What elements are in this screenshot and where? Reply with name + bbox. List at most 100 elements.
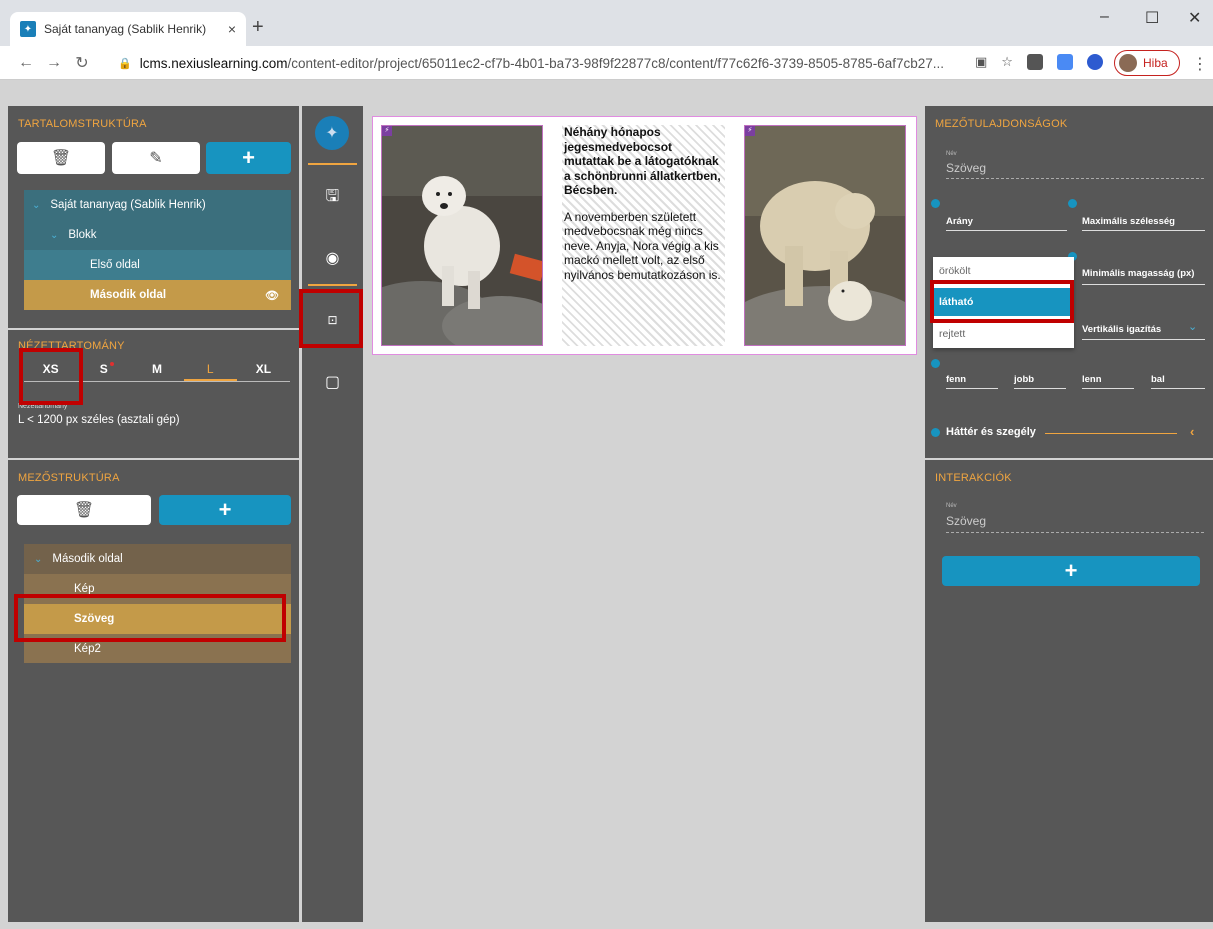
max-width-input[interactable]: [1082, 230, 1205, 231]
interaction-name-value[interactable]: Szöveg: [946, 514, 986, 528]
field-tree-item-image[interactable]: Kép: [24, 574, 291, 604]
visibility-option-visible[interactable]: látható: [933, 288, 1074, 316]
edit-content-button[interactable]: ✎: [112, 142, 200, 174]
chevron-down-icon[interactable]: ⌄: [1188, 320, 1197, 333]
field-tree-item-text[interactable]: Szöveg: [24, 604, 291, 634]
save-icon[interactable]: 🖫: [302, 184, 363, 212]
tree-item-second-page[interactable]: Második oldal 👁: [24, 280, 291, 310]
interaction-name-label: Név: [946, 503, 957, 509]
add-interaction-button[interactable]: +: [942, 556, 1200, 586]
url-host: lcms.nexiuslearning.com: [139, 55, 288, 71]
text-field[interactable]: Néhány hónapos jegesmedvebocsot mutattak…: [562, 125, 725, 346]
chevron-left-icon[interactable]: ‹: [1190, 424, 1194, 439]
tree-item-label: Második oldal: [90, 289, 167, 301]
url-path: /content-editor/project/65011ec2-cf7b-4b…: [287, 55, 944, 71]
visibility-option-hidden[interactable]: rejtett: [933, 320, 1074, 348]
frame-icon[interactable]: ▢: [302, 368, 363, 396]
reload-icon[interactable]: ↻: [68, 53, 96, 73]
tree-item-block[interactable]: ⌄ Blokk: [24, 220, 291, 250]
new-tab-button[interactable]: +: [252, 16, 264, 39]
translate-icon[interactable]: ▣: [975, 54, 987, 70]
info-icon[interactable]: [931, 428, 940, 437]
image-field[interactable]: ⚡: [381, 125, 543, 346]
browser-menu-icon[interactable]: ⋮: [1192, 54, 1208, 74]
info-icon[interactable]: [931, 359, 940, 368]
delete-field-button[interactable]: 🗑: [17, 495, 151, 525]
lock-icon: 🔒: [118, 57, 132, 70]
padding-left-input[interactable]: [1151, 388, 1205, 389]
extension-icon[interactable]: [1026, 54, 1043, 70]
field-tree-item-image2[interactable]: Kép2: [24, 634, 291, 663]
field-structure-panel: MEZŐSTRUKTÚRA 🗑 + ⌄ Második oldal Kép Sz…: [8, 460, 299, 922]
field-tree-item-second-page[interactable]: ⌄ Második oldal: [24, 544, 291, 574]
tab-l[interactable]: L: [183, 358, 237, 381]
vertical-align-select[interactable]: [1082, 339, 1205, 340]
minimize-button[interactable]: –: [1100, 8, 1109, 26]
star-icon[interactable]: ☆: [1001, 54, 1013, 70]
interactions-title: INTERAKCIÓK: [935, 472, 1012, 484]
info-icon[interactable]: [931, 199, 940, 208]
maximize-button[interactable]: ☐: [1145, 8, 1159, 28]
name-field-underline: [946, 178, 1204, 179]
trash-icon: 🗑: [50, 150, 72, 167]
polar-bear-mother-image: [745, 126, 905, 345]
vertical-align-label: Vertikális igazítás: [1082, 324, 1162, 335]
tree-item-first-page[interactable]: Első oldal: [24, 250, 291, 280]
tree-item-course[interactable]: ⌄ Saját tananyag (Sablik Henrik): [24, 190, 291, 220]
text-field-body: A novemberben született medvebocsnak még…: [564, 209, 721, 282]
profile-error-button[interactable]: Hiba: [1114, 50, 1180, 76]
tool-column: ✦ 🖫 ◉ ⊡ ▢: [302, 106, 363, 922]
modified-dot-icon: [109, 362, 114, 366]
padding-bottom-label: lenn: [1082, 374, 1102, 385]
info-icon[interactable]: [1068, 199, 1077, 208]
image2-field[interactable]: ⚡: [744, 125, 906, 346]
tab-s[interactable]: S: [77, 358, 130, 381]
back-arrow-icon[interactable]: ←: [12, 54, 40, 72]
padding-top-label: fenn: [946, 374, 967, 385]
tab-xs[interactable]: XS: [24, 358, 77, 381]
visibility-option-inherited[interactable]: örökölt: [933, 257, 1074, 285]
plus-icon: +: [242, 145, 255, 170]
interaction-name-underline: [946, 532, 1204, 533]
padding-bottom-input[interactable]: [1082, 388, 1134, 389]
padding-right-input[interactable]: [1014, 388, 1066, 389]
tab-m[interactable]: M: [130, 358, 183, 381]
content-structure-title: TARTALOMSTRUKTÚRA: [18, 118, 147, 130]
close-window-button[interactable]: ✕: [1188, 8, 1201, 28]
ratio-label: Arány: [946, 216, 973, 227]
name-field-label: Név: [946, 151, 957, 157]
chevron-down-icon: ⌄: [34, 553, 43, 565]
page-preview: ⚡ Néhány hónapos jegesmedvebocsot mutatt…: [372, 116, 917, 355]
field-badge-icon: ⚡: [382, 126, 392, 136]
url-field[interactable]: 🔒 lcms.nexiuslearning.com/content-editor…: [118, 52, 958, 74]
max-width-label: Maximális szélesség: [1082, 216, 1175, 227]
field-badge-icon: ⚡: [745, 126, 755, 136]
extension-globe-icon[interactable]: [1086, 54, 1103, 70]
delete-content-button[interactable]: 🗑: [17, 142, 105, 174]
add-content-button[interactable]: +: [206, 142, 291, 174]
forward-arrow-icon[interactable]: →: [40, 54, 68, 72]
viewport-description: L < 1200 px széles (asztali gép): [18, 414, 180, 426]
section-divider: [1045, 433, 1177, 434]
browser-tabbar: ✦ Saját tananyag (Sablik Henrik) × + – ☐…: [0, 0, 1213, 46]
bookmark-strip: [0, 80, 1213, 104]
ratio-input[interactable]: [946, 230, 1067, 231]
background-border-label[interactable]: Háttér és szegély: [946, 426, 1036, 438]
avatar: [1119, 54, 1137, 72]
tab-xl[interactable]: XL: [237, 358, 290, 381]
add-field-button[interactable]: +: [159, 495, 291, 525]
tab-close-icon[interactable]: ×: [228, 21, 236, 37]
nexius-logo-icon[interactable]: ✦: [315, 116, 349, 150]
name-field-value[interactable]: Szöveg: [946, 161, 986, 175]
google-translate-icon[interactable]: [1056, 54, 1073, 70]
visibility-icon[interactable]: 👁: [265, 289, 279, 302]
browser-tab[interactable]: ✦ Saját tananyag (Sablik Henrik) ×: [10, 12, 246, 46]
trash-icon: 🗑: [73, 502, 95, 519]
padding-top-input[interactable]: [946, 388, 998, 389]
tree-item-label: Szöveg: [74, 613, 115, 625]
text-field-heading: Néhány hónapos jegesmedvebocsot mutattak…: [564, 125, 721, 197]
visibility-toggle-icon[interactable]: ⊡: [302, 306, 363, 334]
preview-eye-icon[interactable]: ◉: [302, 244, 363, 272]
tree-item-label: Második oldal: [52, 553, 123, 565]
min-height-input[interactable]: [1082, 284, 1205, 285]
